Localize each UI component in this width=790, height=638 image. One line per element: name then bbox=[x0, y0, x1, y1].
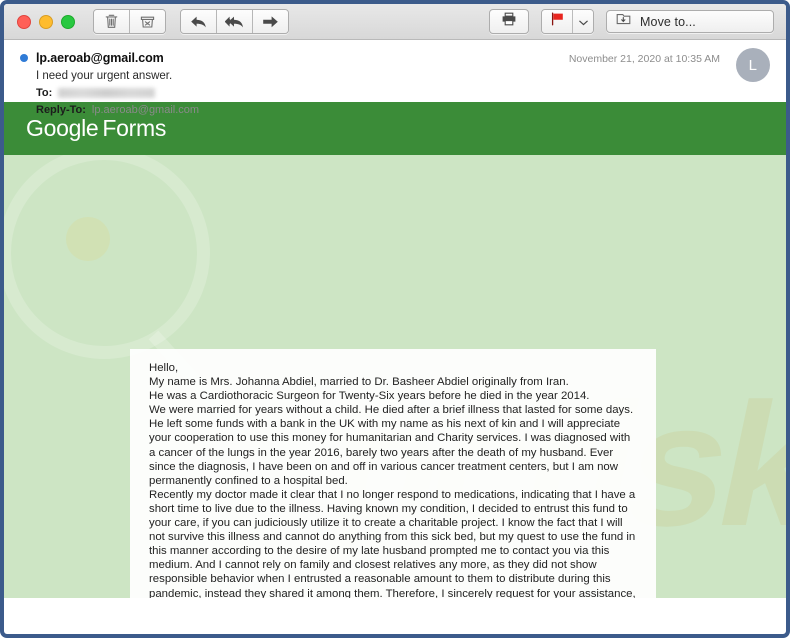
to-row: To: bbox=[36, 87, 770, 99]
forms-wordmark: Forms bbox=[102, 115, 167, 141]
letter-paragraph-2: He was a Cardiothoracic Surgeon for Twen… bbox=[149, 390, 590, 403]
google-wordmark: Google bbox=[26, 115, 99, 141]
flag-dropdown-button[interactable] bbox=[573, 10, 593, 33]
reply-arrow-icon bbox=[190, 15, 207, 29]
reply-to-value: lp.aeroab@gmail.com bbox=[91, 104, 200, 116]
flag-button-group bbox=[541, 9, 594, 34]
email-body: pcrisk.com Hello, My name is Mrs. Johann… bbox=[4, 155, 786, 598]
message-date: November 21, 2020 at 10:35 AM bbox=[568, 53, 720, 65]
close-window-button[interactable] bbox=[17, 14, 31, 29]
reply-to-label: Reply-To: bbox=[36, 104, 86, 116]
junk-box-icon bbox=[140, 14, 155, 29]
toolbar: Move to... bbox=[4, 4, 786, 40]
move-to-button[interactable]: Move to... bbox=[606, 10, 774, 33]
to-label: To: bbox=[36, 87, 53, 99]
maximize-window-button[interactable] bbox=[61, 14, 75, 29]
reply-all-arrow-icon bbox=[224, 15, 245, 29]
letter-card: Hello, My name is Mrs. Johanna Abdiel, m… bbox=[130, 349, 656, 598]
message-header: lp.aeroab@gmail.com I need your urgent a… bbox=[4, 40, 786, 116]
email-client-window: Move to... lp.aeroab@gmail.com I need yo… bbox=[0, 0, 790, 638]
avatar: L bbox=[736, 48, 770, 82]
google-forms-logo: Google Forms bbox=[26, 115, 166, 142]
minimize-window-button[interactable] bbox=[39, 14, 53, 29]
delete-button-group bbox=[93, 9, 166, 34]
trash-icon bbox=[105, 14, 118, 29]
move-to-junk-button[interactable] bbox=[130, 10, 165, 33]
to-value-redacted bbox=[58, 88, 156, 98]
sender-address: lp.aeroab@gmail.com bbox=[36, 51, 164, 65]
flag-button[interactable] bbox=[542, 10, 573, 33]
letter-greeting: Hello, bbox=[149, 362, 179, 374]
move-to-label: Move to... bbox=[640, 14, 696, 29]
message-subject: I need your urgent answer. bbox=[36, 70, 173, 82]
magnifier-lens-watermark bbox=[66, 217, 110, 261]
forward-arrow-icon bbox=[262, 15, 279, 29]
letter-paragraph-3: We were married for years without a chil… bbox=[149, 404, 634, 487]
reply-button[interactable] bbox=[181, 10, 217, 33]
letter-text: Hello, My name is Mrs. Johanna Abdiel, m… bbox=[149, 361, 637, 598]
window-controls bbox=[17, 14, 75, 29]
chevron-down-icon bbox=[578, 13, 588, 31]
move-to-folder-icon bbox=[616, 12, 631, 31]
printer-icon bbox=[501, 12, 517, 31]
delete-button[interactable] bbox=[94, 10, 130, 33]
letter-paragraph-4: Recently my doctor made it clear that I … bbox=[149, 488, 636, 598]
reply-button-group bbox=[180, 9, 289, 34]
print-button[interactable] bbox=[489, 9, 529, 34]
forward-button[interactable] bbox=[253, 10, 288, 33]
letter-paragraph-1: My name is Mrs. Johanna Abdiel, married … bbox=[149, 376, 569, 389]
reply-all-button[interactable] bbox=[217, 10, 253, 33]
magnifier-watermark-icon bbox=[4, 155, 210, 359]
reply-to-row: Reply-To: lp.aeroab@gmail.com bbox=[36, 104, 770, 116]
unread-indicator-icon bbox=[20, 54, 28, 62]
flag-icon bbox=[550, 12, 565, 31]
